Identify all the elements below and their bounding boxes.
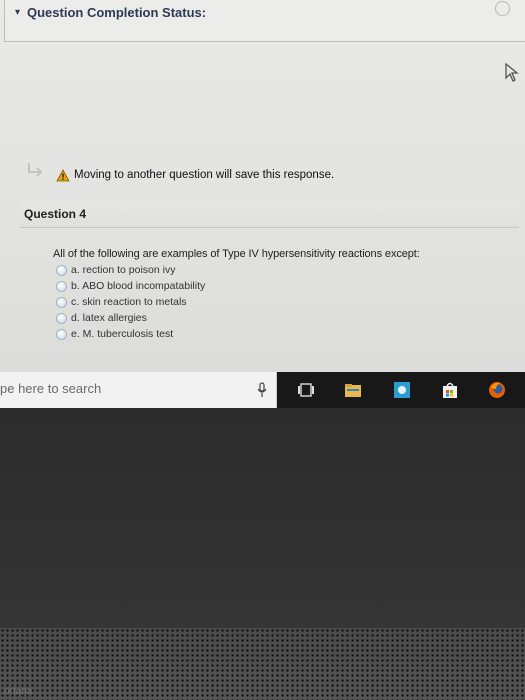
radio-button[interactable] xyxy=(56,280,67,292)
question-prompt: All of the following are examples of Typ… xyxy=(53,248,420,260)
option-label: a. rection to poison ivy xyxy=(71,264,176,276)
firefox-icon[interactable] xyxy=(488,381,506,399)
option-d[interactable]: d. latex allergies xyxy=(56,310,205,326)
radio-button[interactable] xyxy=(56,264,67,276)
option-e[interactable]: e. M. tuberculosis test xyxy=(56,326,205,342)
option-label: d. latex allergies xyxy=(71,312,147,324)
cortana-label: ortana xyxy=(4,686,33,697)
question-header: Question 4 xyxy=(20,201,519,228)
option-label: c. skin reaction to metals xyxy=(71,296,187,308)
shopping-bag-icon[interactable] xyxy=(441,381,459,399)
save-response-notice: Moving to another question will save thi… xyxy=(74,169,335,181)
speaker-grille xyxy=(0,628,525,700)
status-circle-icon xyxy=(495,1,510,16)
question-title: Question 4 xyxy=(24,207,87,221)
search-placeholder: pe here to search xyxy=(0,381,102,396)
microphone-icon[interactable] xyxy=(256,382,268,398)
answer-options: a. rection to poison ivy b. ABO blood in… xyxy=(56,262,205,342)
browser-content: ▾ Question Completion Status: Moving to … xyxy=(0,0,525,372)
radio-button[interactable] xyxy=(56,328,67,340)
option-label: b. ABO blood incompatability xyxy=(71,280,206,292)
task-view-icon[interactable] xyxy=(297,381,315,399)
radio-button[interactable] xyxy=(56,312,67,324)
file-explorer-icon[interactable] xyxy=(344,381,362,399)
mouse-cursor-icon xyxy=(505,62,519,82)
return-arrow-icon xyxy=(28,163,43,177)
option-b[interactable]: b. ABO blood incompatability xyxy=(56,278,205,294)
warning-icon xyxy=(56,169,70,182)
taskbar-search-box[interactable]: pe here to search xyxy=(0,372,277,408)
radio-button[interactable] xyxy=(56,296,67,308)
store-icon[interactable] xyxy=(393,381,411,399)
option-a[interactable]: a. rection to poison ivy xyxy=(56,262,205,278)
windows-taskbar: pe here to search xyxy=(0,372,525,408)
question-completion-status-title: Question Completion Status: xyxy=(27,5,207,20)
question-completion-status-panel: ▾ Question Completion Status: xyxy=(4,0,525,42)
option-label: e. M. tuberculosis test xyxy=(71,328,174,340)
option-c[interactable]: c. skin reaction to metals xyxy=(56,294,205,310)
collapse-arrow-icon[interactable]: ▾ xyxy=(15,7,20,18)
